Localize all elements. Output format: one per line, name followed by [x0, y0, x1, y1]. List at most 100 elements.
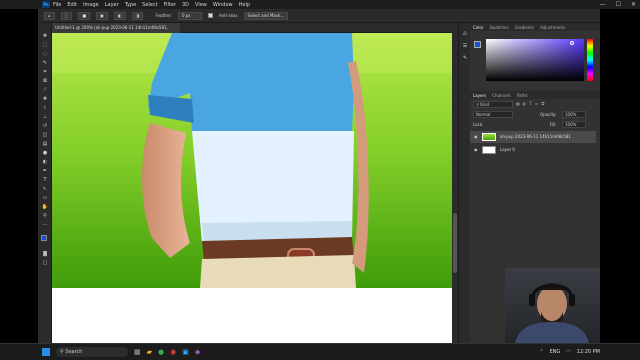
visibility-eye-icon[interactable]: ◉ — [474, 131, 478, 143]
tab-color[interactable]: Color — [473, 25, 483, 30]
brush-panel-icon[interactable]: ✎ — [461, 55, 469, 62]
fg-color-chip[interactable] — [474, 41, 481, 48]
filter-adjustment-icon[interactable]: ◐ — [523, 101, 527, 106]
add-selection-icon[interactable]: ▣ — [96, 11, 108, 20]
zoom-tool-icon[interactable]: ⚲ — [41, 213, 49, 220]
photoshop-logo-icon[interactable]: Ps — [42, 1, 50, 8]
healing-brush-tool-icon[interactable]: ✚ — [41, 96, 49, 103]
system-tray: ⌃ ENG ◠ 12:20 PM — [539, 348, 600, 356]
blur-tool-icon[interactable]: ● — [41, 150, 49, 157]
color-panel-swatches[interactable] — [474, 41, 484, 51]
tab-layers[interactable]: Layers — [473, 93, 486, 98]
file-explorer-icon[interactable]: ▰ — [147, 347, 152, 357]
blend-mode-select[interactable]: Normal — [473, 111, 513, 118]
layer-thumbnail — [482, 146, 496, 154]
language-indicator[interactable]: ENG — [550, 348, 561, 356]
menu-window[interactable]: Window — [213, 2, 233, 8]
menu-edit[interactable]: Edit — [67, 2, 77, 8]
new-selection-icon[interactable]: ■ — [78, 11, 91, 20]
opacity-label: Opacity: — [540, 112, 557, 117]
document-tab[interactable]: Untitled-1 @ 200% (ali-pup 2023-06-11 14… — [52, 23, 180, 40]
home-icon[interactable]: ⌂ — [44, 11, 55, 20]
edge-icon[interactable]: ● — [158, 347, 164, 357]
canvas-area[interactable] — [52, 33, 452, 343]
tab-channels[interactable]: Channels — [492, 93, 511, 98]
tab-paths[interactable]: Paths — [517, 93, 528, 98]
filter-type-icon[interactable]: T — [529, 101, 531, 106]
rectangle-tool-icon[interactable]: ▭ — [41, 195, 49, 202]
fill-input[interactable]: 100% — [562, 121, 586, 128]
foreground-color-swatch[interactable] — [41, 235, 47, 241]
menu-view[interactable]: View — [195, 2, 207, 8]
layer-row[interactable]: ◉ Layer 0 — [470, 144, 596, 156]
scrollbar-thumb[interactable] — [453, 213, 457, 273]
dodge-tool-icon[interactable]: ◐ — [41, 159, 49, 166]
eraser-tool-icon[interactable]: ◫ — [41, 132, 49, 139]
move-tool-icon[interactable]: ✥ — [41, 33, 49, 40]
tab-gradients[interactable]: Gradients — [515, 25, 535, 30]
wifi-icon[interactable]: ◠ — [566, 348, 570, 356]
clock[interactable]: 12:20 PM — [577, 348, 600, 356]
task-view-icon[interactable]: ▦ — [134, 347, 141, 357]
canvas-pasteboard-white — [52, 288, 452, 343]
tab-swatches[interactable]: Swatches — [489, 25, 508, 30]
history-panel-icon[interactable]: ⎌ — [461, 31, 469, 38]
taskbar-search-box[interactable]: ⚲ Search — [56, 347, 128, 357]
menu-type[interactable]: Type — [125, 2, 136, 8]
visibility-eye-icon[interactable]: ◉ — [474, 144, 478, 156]
menu-filter[interactable]: Filter — [164, 2, 176, 8]
chrome-icon[interactable]: ◉ — [170, 347, 176, 357]
history-brush-tool-icon[interactable]: ↺ — [41, 123, 49, 130]
pen-tool-icon[interactable]: ✒ — [41, 168, 49, 175]
filter-pixel-icon[interactable]: ▦ — [516, 101, 520, 106]
layer-filter-kind[interactable]: ⚲ Kind — [473, 101, 513, 108]
filter-shape-icon[interactable]: ▭ — [535, 101, 539, 106]
screen-mode-icon[interactable]: ▢ — [41, 260, 49, 267]
properties-panel-icon[interactable]: ☰ — [461, 43, 469, 50]
intersect-selection-icon[interactable]: ◨ — [131, 11, 144, 20]
menu-help[interactable]: Help — [239, 2, 250, 8]
subtract-selection-icon[interactable]: ◧ — [113, 11, 126, 20]
layer-thumbnail — [482, 133, 496, 141]
layer-row[interactable]: ◉ ali-pup 2023-06-11 14h11m08s581 — [470, 131, 596, 143]
color-picker-cursor[interactable] — [570, 41, 574, 45]
lasso-tool-icon[interactable]: ◌ — [41, 51, 49, 58]
color-picker-field[interactable] — [486, 39, 584, 81]
type-tool-icon[interactable]: T — [41, 177, 49, 184]
maximize-button[interactable]: ☐ — [616, 1, 621, 8]
frame-tool-icon[interactable]: ⊠ — [41, 78, 49, 85]
app-icon[interactable]: ◆ — [195, 347, 200, 357]
menu-bar: Ps File Edit Image Layer Type Select Fil… — [0, 0, 640, 9]
photoshop-taskbar-icon[interactable]: ▣ — [182, 347, 189, 357]
opacity-input[interactable]: 100% — [562, 111, 586, 118]
gradient-tool-icon[interactable]: ▤ — [41, 141, 49, 148]
brush-tool-icon[interactable]: ⌇ — [41, 105, 49, 112]
menu-select[interactable]: Select — [142, 2, 157, 8]
clone-stamp-tool-icon[interactable]: ⊥ — [41, 114, 49, 121]
marquee-tool-icon[interactable]: ⬚ — [41, 42, 49, 49]
menu-3d[interactable]: 3D — [182, 2, 189, 8]
select-and-mask-button[interactable]: Select and Mask... — [243, 11, 289, 20]
document-image[interactable] — [52, 33, 452, 288]
crop-tool-icon[interactable]: ⌗ — [41, 69, 49, 76]
more-tools-icon[interactable]: ⋯ — [41, 222, 49, 229]
marquee-tool-preset-icon[interactable]: ⬚ — [60, 11, 73, 20]
menu-file[interactable]: File — [53, 2, 61, 8]
path-selection-tool-icon[interactable]: ↖ — [41, 186, 49, 193]
menu-image[interactable]: Image — [83, 2, 99, 8]
hue-slider[interactable] — [587, 39, 593, 81]
feather-input[interactable]: 0 px — [177, 11, 202, 20]
lock-label: Lock: — [473, 122, 484, 127]
filter-smart-icon[interactable]: ⧉ — [542, 101, 545, 106]
minimize-button[interactable]: — — [600, 1, 606, 8]
menu-layer[interactable]: Layer — [105, 2, 119, 8]
tab-adjustments[interactable]: Adjustments — [540, 25, 565, 30]
quick-select-tool-icon[interactable]: ✎ — [41, 60, 49, 67]
hand-tool-icon[interactable]: ✋ — [41, 204, 49, 211]
quick-mask-icon[interactable]: ◙ — [41, 251, 49, 258]
windows-start-icon[interactable] — [42, 348, 50, 356]
close-button[interactable]: ✕ — [631, 1, 636, 8]
antialias-checkbox[interactable] — [207, 13, 213, 18]
tray-chevron-icon[interactable]: ⌃ — [539, 348, 543, 356]
eyedropper-tool-icon[interactable]: ⁄ — [41, 87, 49, 94]
